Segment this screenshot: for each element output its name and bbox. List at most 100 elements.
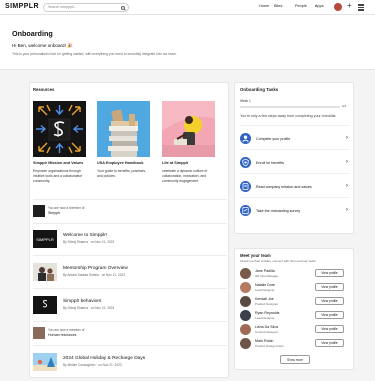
team-member: Kendall Joe Product Designer View profil… bbox=[240, 296, 350, 309]
divider bbox=[33, 199, 227, 200]
resource-card-life[interactable]: Life at Simpplr celebrate a dynamic cult… bbox=[162, 101, 215, 195]
divider bbox=[240, 125, 350, 126]
post-title: Welcome to Simpplr! bbox=[63, 233, 108, 238]
mission-thumbnail bbox=[33, 101, 86, 157]
book-icon bbox=[240, 181, 251, 192]
person-icon bbox=[240, 133, 251, 144]
add-icon[interactable]: + bbox=[347, 2, 352, 10]
member-note-text: You are now a member of bbox=[48, 206, 85, 210]
view-profile-button[interactable]: View profile bbox=[315, 297, 344, 305]
member-role: Lead Designer bbox=[255, 288, 275, 292]
view-profile-button[interactable]: View profile bbox=[315, 311, 344, 319]
survey-icon bbox=[240, 205, 251, 216]
task-enroll-benefits[interactable]: Enroll for benefits › bbox=[240, 157, 350, 170]
post-meta: By Dhiraj Sharma · on Nov 21, 2023 bbox=[63, 240, 115, 244]
team-member: Lisha Da Silva Content Designer View pro… bbox=[240, 324, 350, 337]
resource-card-handbook[interactable]: USA Employee Handbook Your guide to bene… bbox=[97, 101, 150, 195]
welcome-message: Hi Ben, welcome onboard! 🎉 bbox=[12, 43, 73, 48]
view-profile-button[interactable]: View profile bbox=[315, 325, 344, 333]
team-member: Mark Robin Product Design Intern View pr… bbox=[240, 338, 350, 351]
avatar[interactable] bbox=[240, 310, 251, 321]
post-meta: By Miriam Conaughton · on Nov 21, 2023 bbox=[63, 363, 122, 367]
task-label: Read company mission and values bbox=[256, 184, 312, 189]
member-name[interactable]: Natalie Dore bbox=[255, 283, 275, 287]
avatar[interactable] bbox=[240, 324, 251, 335]
divider bbox=[33, 288, 227, 289]
divider bbox=[33, 345, 227, 346]
divider bbox=[33, 255, 227, 256]
search-icon[interactable] bbox=[121, 5, 125, 10]
progress-bar bbox=[240, 106, 340, 108]
task-label: Complete your profile bbox=[256, 136, 291, 141]
svg-text:SIMPPLR: SIMPPLR bbox=[36, 237, 54, 242]
post-meta: By Dhiraj Sharma · on Nov 21, 2023 bbox=[63, 306, 115, 310]
view-profile-button[interactable]: View profile bbox=[315, 269, 344, 277]
member-site-name[interactable]: Human resources bbox=[48, 333, 76, 337]
handbook-thumbnail bbox=[97, 101, 150, 157]
search-input[interactable]: Search simppplr... bbox=[48, 5, 77, 9]
task-onboarding-survey[interactable]: Take the onboarding survey › bbox=[240, 205, 350, 218]
avatar[interactable] bbox=[240, 282, 251, 293]
tasks-title: Onboarding Tasks bbox=[240, 87, 279, 92]
avatar[interactable] bbox=[240, 296, 251, 307]
page-title: Onboarding bbox=[12, 29, 53, 38]
avatar[interactable] bbox=[240, 268, 251, 279]
post-thumbnail bbox=[33, 296, 57, 314]
task-read-mission[interactable]: Read company mission and values › bbox=[240, 181, 350, 194]
team-title: Meet your team bbox=[240, 253, 271, 258]
divider bbox=[33, 223, 227, 224]
team-member: Natalie Dore Lead Designer View profile bbox=[240, 282, 350, 295]
chevron-right-icon: › bbox=[346, 182, 348, 189]
member-role: Lead Designer bbox=[255, 316, 275, 320]
member-name[interactable]: Ryan Reynolds bbox=[255, 311, 279, 315]
heart-shield-icon bbox=[240, 157, 251, 168]
chevron-down-icon: ▾ bbox=[315, 4, 317, 8]
post-title: Simpplr behaviors bbox=[63, 299, 102, 304]
onboarding-tasks-panel: Onboarding Tasks Week 1 0/4 You're only … bbox=[234, 82, 354, 234]
week-label: Week 1 bbox=[240, 99, 251, 103]
resource-card-desc: Your guide to benefits, practices, and p… bbox=[97, 169, 147, 178]
member-role: HR Ops Manager bbox=[255, 274, 279, 278]
resource-card-title: USA Employee Handbook bbox=[97, 161, 144, 165]
site-thumbnail bbox=[33, 327, 45, 339]
member-note-text: You are now a member of bbox=[48, 328, 85, 332]
member-role: Product Design Intern bbox=[255, 344, 285, 348]
post-meta: By Antara Sarada Sohela · on Nov 21, 202… bbox=[63, 273, 126, 277]
divider bbox=[33, 321, 227, 322]
member-role: Content Designer bbox=[255, 330, 279, 334]
member-site-name[interactable]: Simpplr bbox=[48, 211, 60, 215]
task-label: Take the onboarding survey bbox=[256, 208, 301, 213]
life-thumbnail bbox=[162, 101, 215, 157]
site-thumbnail bbox=[33, 205, 45, 217]
search-bar[interactable]: Search simppplr... bbox=[43, 3, 129, 12]
nav-home[interactable]: Home bbox=[259, 4, 269, 8]
team-member: Ryan Reynolds Lead Designer View profile bbox=[240, 310, 350, 323]
resource-card-mission[interactable]: Simpplr Mission and Values Empower organ… bbox=[33, 101, 86, 195]
avatar[interactable] bbox=[240, 338, 251, 349]
chevron-right-icon: › bbox=[346, 206, 348, 213]
apps-grid-icon[interactable] bbox=[358, 4, 365, 11]
page-header: Onboarding Hi Ben, welcome onboard! 🎉 Th… bbox=[0, 15, 375, 70]
team-member: Jane Padilla HR Ops Manager View profile bbox=[240, 268, 350, 281]
tasks-note: You're only a few steps away from comple… bbox=[240, 114, 337, 118]
resource-card-desc: celebrate a dynamic culture of collabora… bbox=[162, 169, 208, 183]
user-avatar[interactable] bbox=[334, 3, 342, 11]
post-title: 2024 Global Holiday & Recharge Days bbox=[63, 356, 146, 361]
resources-panel: Resources Simpplr Mission and Values Emp… bbox=[29, 82, 229, 378]
show-more-button[interactable]: Show more bbox=[280, 355, 310, 364]
member-name[interactable]: Mark Robin bbox=[255, 339, 273, 343]
member-name[interactable]: Kendall Joe bbox=[255, 297, 274, 301]
view-profile-button[interactable]: View profile bbox=[315, 283, 344, 291]
nav-people[interactable]: People bbox=[295, 4, 307, 8]
meet-your-team-panel: Meet your team Check out their profiles,… bbox=[234, 248, 354, 370]
app-logo[interactable]: SIMPPLR bbox=[5, 3, 39, 10]
chevron-down-icon: ▾ bbox=[274, 4, 276, 8]
divider bbox=[240, 197, 350, 198]
view-profile-button[interactable]: View profile bbox=[315, 339, 344, 347]
member-role: Product Designer bbox=[255, 302, 279, 306]
divider bbox=[240, 149, 350, 150]
member-name[interactable]: Jane Padilla bbox=[255, 269, 275, 273]
task-complete-profile[interactable]: Complete your profile › bbox=[240, 133, 350, 146]
welcome-subtitle: This is your personalized hub for gettin… bbox=[12, 52, 177, 56]
member-name[interactable]: Lisha Da Silva bbox=[255, 325, 278, 329]
